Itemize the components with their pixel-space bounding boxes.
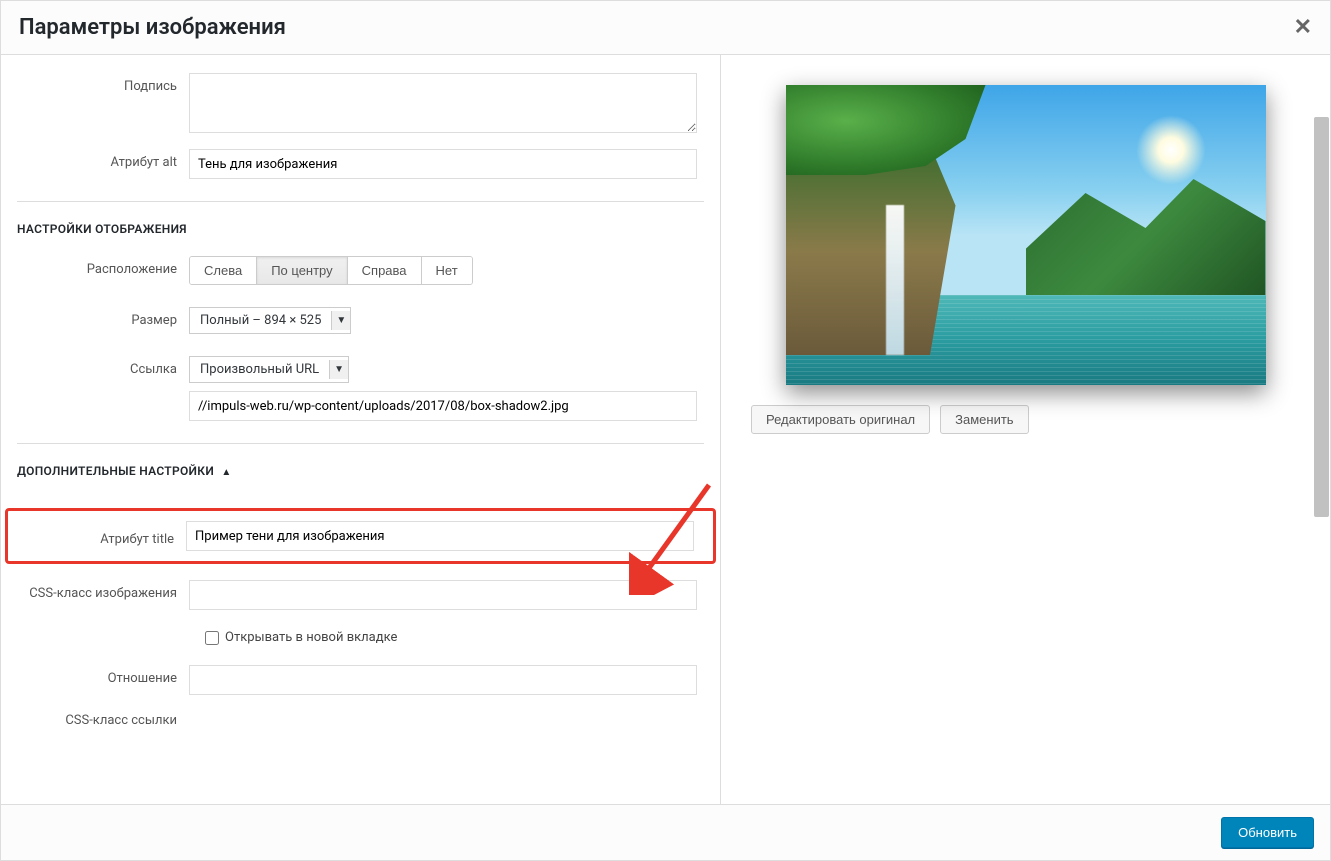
align-right-button[interactable]: Справа bbox=[348, 257, 422, 284]
link-label: Ссылка bbox=[17, 356, 189, 377]
dialog-header: Параметры изображения ✕ bbox=[1, 1, 1330, 55]
title-input[interactable] bbox=[186, 521, 694, 551]
image-details-dialog: Параметры изображения ✕ Подпись Атрибут … bbox=[0, 0, 1331, 861]
display-section-header: НАСТРОЙКИ ОТОБРАЖЕНИЯ bbox=[1, 202, 720, 250]
new-tab-checkbox[interactable] bbox=[205, 631, 219, 645]
dialog-body: Подпись Атрибут alt НАСТРОЙКИ ОТОБРАЖЕНИ… bbox=[1, 55, 1330, 804]
preview-actions: Редактировать оригинал Заменить bbox=[751, 405, 1300, 434]
rel-input[interactable] bbox=[189, 665, 697, 695]
title-attribute-highlight: Атрибут title bbox=[5, 508, 716, 564]
align-none-button[interactable]: Нет bbox=[422, 257, 472, 284]
chevron-down-icon: ▼ bbox=[331, 311, 350, 330]
title-label: Атрибут title bbox=[8, 526, 186, 547]
css-class-input[interactable] bbox=[189, 580, 697, 610]
dialog-footer: Обновить bbox=[1, 804, 1330, 860]
image-preview bbox=[786, 85, 1266, 385]
link-type-select[interactable]: Произвольный URL ▼ bbox=[189, 356, 349, 383]
align-left-button[interactable]: Слева bbox=[190, 257, 257, 284]
link-css-label: CSS-класс ссылки bbox=[17, 707, 189, 728]
css-class-label: CSS-класс изображения bbox=[17, 580, 189, 601]
new-tab-label: Открывать в новой вкладке bbox=[225, 630, 397, 645]
edit-original-button[interactable]: Редактировать оригинал bbox=[751, 405, 930, 434]
align-label: Расположение bbox=[17, 256, 189, 277]
dialog-title: Параметры изображения bbox=[19, 15, 286, 40]
size-select-value: Полный – 894 × 525 bbox=[190, 308, 331, 333]
align-center-button[interactable]: По центру bbox=[257, 257, 347, 284]
caption-label: Подпись bbox=[17, 73, 189, 94]
caption-input[interactable] bbox=[189, 73, 697, 133]
chevron-down-icon: ▼ bbox=[329, 360, 348, 379]
link-type-value: Произвольный URL bbox=[190, 357, 329, 382]
rel-label: Отношение bbox=[17, 665, 189, 686]
update-button[interactable]: Обновить bbox=[1221, 817, 1314, 848]
alt-label: Атрибут alt bbox=[17, 149, 189, 170]
triangle-up-icon: ▲ bbox=[221, 467, 231, 478]
link-url-input[interactable] bbox=[189, 391, 697, 421]
replace-button[interactable]: Заменить bbox=[940, 405, 1028, 434]
size-select[interactable]: Полный – 894 × 525 ▼ bbox=[189, 307, 351, 334]
close-icon[interactable]: ✕ bbox=[1294, 15, 1312, 40]
alt-input[interactable] bbox=[189, 149, 697, 179]
align-button-group: Слева По центру Справа Нет bbox=[189, 256, 473, 285]
advanced-section-header[interactable]: ДОПОЛНИТЕЛЬНЫЕ НАСТРОЙКИ ▲ bbox=[1, 444, 720, 492]
settings-panel: Подпись Атрибут alt НАСТРОЙКИ ОТОБРАЖЕНИ… bbox=[1, 55, 721, 804]
preview-panel: Редактировать оригинал Заменить bbox=[721, 55, 1330, 804]
size-label: Размер bbox=[17, 307, 189, 328]
scrollbar-thumb[interactable] bbox=[1314, 117, 1329, 517]
